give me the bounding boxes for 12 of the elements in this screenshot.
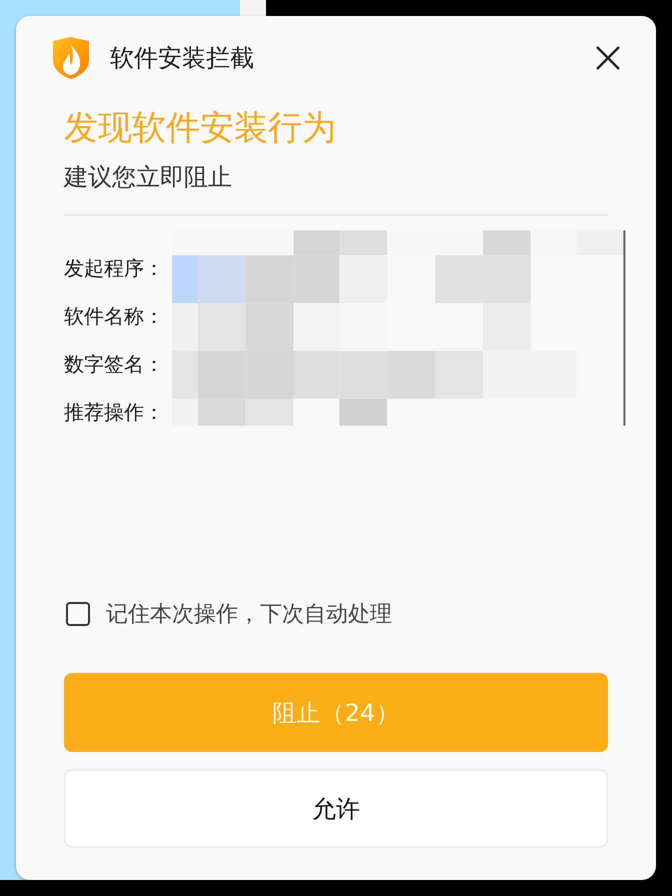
info-label: 发起程序：	[64, 255, 165, 282]
info-label: 数字签名：	[64, 351, 165, 378]
allow-button[interactable]: 允许	[64, 769, 608, 848]
checkbox-label: 记住本次操作，下次自动处理	[106, 601, 392, 629]
window-title: 软件安装拦截	[110, 43, 255, 74]
checkbox[interactable]	[66, 602, 90, 626]
info-label: 软件名称：	[64, 303, 165, 330]
shield-flame-icon	[52, 36, 90, 80]
subtitle: 建议您立即阻止	[64, 162, 233, 193]
close-icon	[596, 46, 620, 70]
info-label: 推荐操作：	[64, 399, 165, 426]
headline: 发现软件安装行为	[64, 107, 337, 150]
